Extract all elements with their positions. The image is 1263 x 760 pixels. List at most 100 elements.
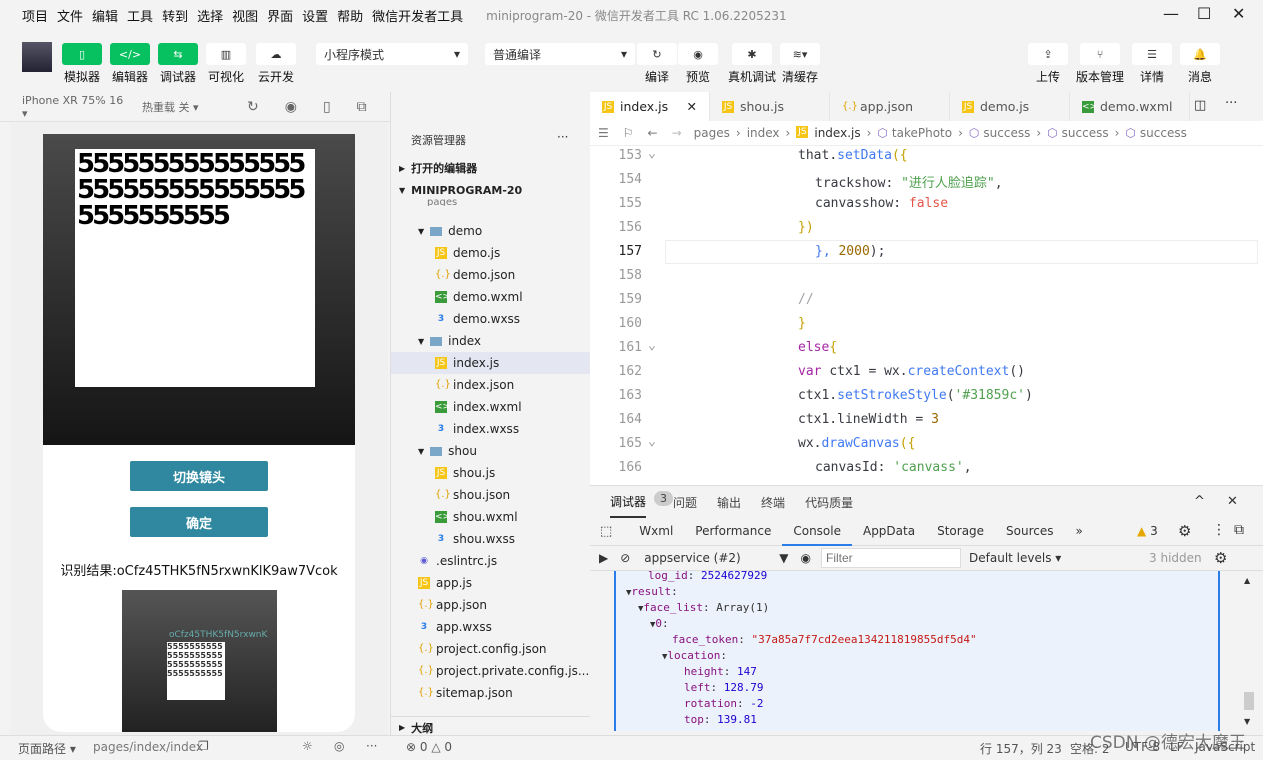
eye-icon[interactable]: ◉ — [801, 551, 811, 565]
tree-item[interactable]: <> index.wxml — [391, 396, 591, 418]
undock-icon[interactable]: ⧉ — [1234, 522, 1244, 538]
clear-console-icon[interactable]: ⊘ — [620, 551, 630, 565]
inspect-icon[interactable]: ⬚ — [600, 524, 612, 539]
模拟器-button[interactable]: ▯ 模拟器 — [62, 43, 102, 85]
预览-button[interactable]: ◉ 预览 — [678, 43, 718, 85]
phone-icon[interactable]: ▯ — [323, 99, 331, 115]
tree-item[interactable]: 3 app.wxss — [391, 616, 591, 638]
menu-item[interactable]: 微信开发者工具 — [372, 6, 463, 25]
sidebar-toggle-icon[interactable]: ▶ — [599, 551, 608, 565]
版本管理-button[interactable]: ⑂ 版本管理 — [1076, 43, 1124, 85]
tree-item[interactable]: <> shou.wxml — [391, 506, 591, 528]
forward-icon[interactable]: → — [672, 126, 682, 140]
devtools-panel-tab[interactable]: 代码质量 — [805, 494, 853, 511]
menu-item[interactable]: 选择 — [197, 6, 223, 25]
console-settings-icon[interactable]: ⚙ — [1214, 549, 1227, 567]
settings-icon[interactable]: ⚙ — [1178, 522, 1191, 540]
tree-item[interactable]: JS demo.js — [391, 242, 591, 264]
tree-item-pages[interactable]: pages — [391, 198, 591, 206]
scroll-up-icon[interactable]: ▲ — [1244, 576, 1250, 585]
编辑器-button[interactable]: </> 编辑器 — [110, 43, 150, 85]
filter-input[interactable] — [821, 548, 962, 568]
devtools-tab[interactable]: Performance — [684, 518, 782, 546]
menu-item[interactable]: 工具 — [127, 6, 153, 25]
console-row[interactable]: ▼location: — [662, 649, 734, 662]
调试器-button[interactable]: ⇆ 调试器 — [158, 43, 198, 85]
menu-item[interactable]: 帮助 — [337, 6, 363, 25]
breadcrumb-item[interactable]: index.js — [814, 126, 860, 140]
fold-icon[interactable]: ⌄ — [648, 338, 656, 353]
scroll-down-icon[interactable]: ▼ — [1244, 717, 1250, 726]
menu-item[interactable]: 文件 — [57, 6, 83, 25]
problems-count[interactable]: ⊗ 0 △ 0 — [406, 740, 452, 754]
fold-icon[interactable]: ⌄ — [648, 434, 656, 449]
tree-item[interactable]: JS shou.js — [391, 462, 591, 484]
devtools-tab[interactable]: Sources — [995, 518, 1064, 546]
消息-button[interactable]: 🔔 消息 — [1180, 43, 1220, 85]
上传-button[interactable]: ⇪ 上传 — [1028, 43, 1068, 85]
devtools-tab[interactable]: Wxml — [628, 518, 684, 546]
menu-item[interactable]: 视图 — [232, 6, 258, 25]
levels-select[interactable]: Default levels ▾ — [969, 551, 1149, 565]
devtools-panel-tab[interactable]: 输出 — [717, 494, 741, 511]
tree-item[interactable]: 3 demo.wxss — [391, 308, 591, 330]
devtools-tab[interactable]: Console — [782, 518, 852, 546]
close-window-button[interactable]: ✕ — [1232, 4, 1245, 23]
maximize-button[interactable]: ☐ — [1197, 4, 1211, 23]
tree-item[interactable]: 3 index.wxss — [391, 418, 591, 440]
warnings-count[interactable]: ▲ 3 — [1137, 524, 1158, 538]
menu-item[interactable]: 编辑 — [92, 6, 118, 25]
console-row[interactable]: ▼result: — [626, 585, 684, 598]
copy-icon[interactable]: ❐ — [198, 739, 209, 753]
back-icon[interactable]: ← — [648, 126, 658, 140]
tree-item[interactable]: <> demo.wxml — [391, 286, 591, 308]
breadcrumb-item[interactable]: success — [983, 126, 1030, 140]
context-select[interactable]: appservice (#2) — [644, 551, 779, 565]
编译-button[interactable]: ↻ 编译 — [637, 43, 677, 85]
清缓存-button[interactable]: ≋▾ 清缓存 — [780, 43, 820, 85]
tree-item[interactable]: {.} project.private.config.js... — [391, 660, 591, 682]
tree-item[interactable]: {.} app.json — [391, 594, 591, 616]
console-scrollbar[interactable]: ▲ ▼ — [1244, 574, 1256, 731]
tree-item[interactable]: {.} demo.json — [391, 264, 591, 286]
详情-button[interactable]: ☰ 详情 — [1132, 43, 1172, 85]
window-icon[interactable]: ⧉ — [357, 99, 367, 115]
rotate-icon[interactable]: ↻ — [247, 99, 259, 115]
stop-icon[interactable]: ◉ — [285, 99, 297, 115]
hot-reload-toggle[interactable]: 热重载 关 ▾ — [142, 99, 232, 115]
tree-item[interactable]: {.} index.json — [391, 374, 591, 396]
close-icon[interactable]: ✕ — [1227, 494, 1238, 509]
confirm-button[interactable]: 确定 — [130, 507, 268, 537]
breadcrumb-item[interactable]: takePhoto — [892, 126, 952, 140]
console-row[interactable]: ▼face_list: Array(1) — [638, 601, 769, 614]
tree-item[interactable]: {.} sitemap.json — [391, 682, 591, 704]
devtools-tab[interactable]: » — [1065, 518, 1094, 546]
bug-icon[interactable]: ☼ — [302, 739, 313, 753]
devtools-panel-tab[interactable]: 终端 — [761, 494, 785, 511]
breadcrumb-item[interactable]: index — [747, 126, 780, 140]
cursor-position[interactable]: 行 157，列 23 — [980, 740, 1062, 757]
close-tab-icon[interactable]: ✕ — [687, 99, 697, 114]
menu-item[interactable]: 界面 — [267, 6, 293, 25]
devtools-panel-tab[interactable]: 问题 — [673, 494, 697, 511]
list-icon[interactable]: ☰ — [598, 126, 609, 140]
tree-item[interactable]: ▼ demo — [391, 220, 591, 242]
devtools-tab[interactable]: AppData — [852, 518, 926, 546]
云开发-button[interactable]: ☁ 云开发 — [256, 43, 296, 85]
page-path-select[interactable]: 页面路径 ▾ — [18, 740, 76, 757]
scroll-thumb[interactable] — [1244, 692, 1254, 710]
breadcrumb-item[interactable]: success — [1062, 126, 1109, 140]
compile-select[interactable]: 普通编译 ▾ — [485, 43, 635, 65]
tree-item[interactable]: 3 shou.wxss — [391, 528, 591, 550]
more-icon[interactable]: ··· — [366, 739, 377, 753]
editor-tab[interactable]: JS demo.js — [950, 92, 1070, 121]
tree-item[interactable]: ▼ index — [391, 330, 591, 352]
avatar[interactable] — [22, 42, 52, 72]
breadcrumb-item[interactable]: pages — [694, 126, 730, 140]
tree-item[interactable]: ▼ shou — [391, 440, 591, 462]
breadcrumb-item[interactable]: success — [1140, 126, 1187, 140]
minimize-button[interactable]: — — [1163, 4, 1179, 23]
more-icon[interactable]: ··· — [557, 130, 568, 144]
device-select[interactable]: iPhone XR 75% 16 ▾ — [22, 94, 130, 120]
devtools-panel-tab[interactable]: 调试器 — [610, 487, 647, 518]
